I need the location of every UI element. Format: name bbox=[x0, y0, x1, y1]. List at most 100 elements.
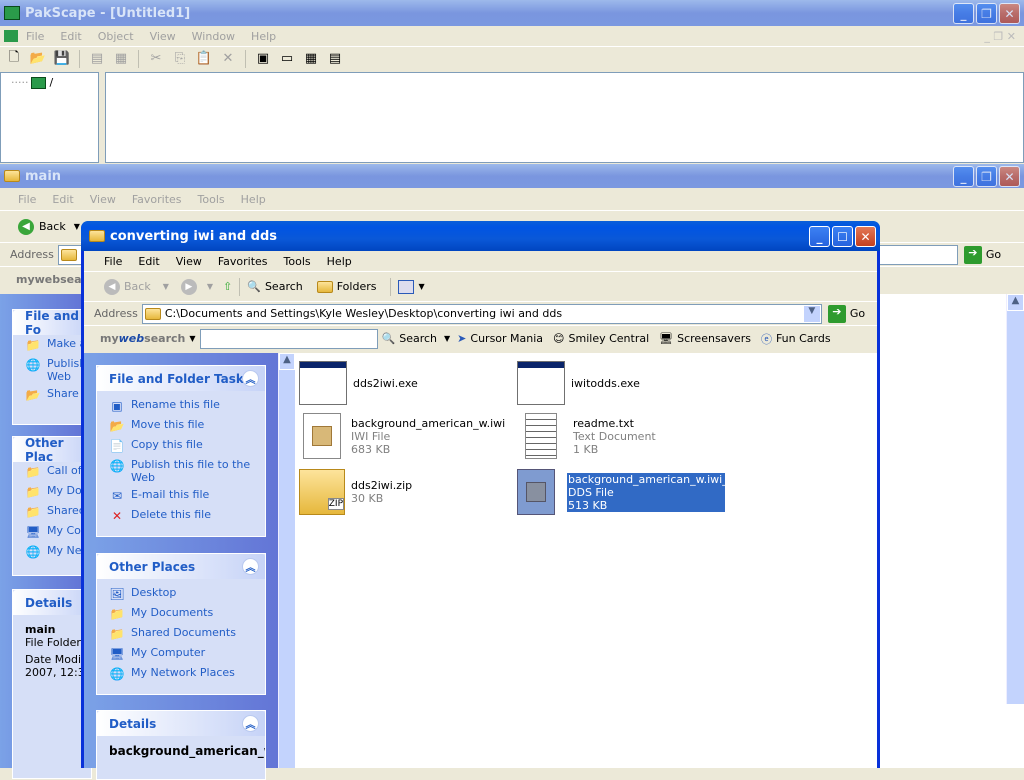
main-tasks-header[interactable]: File and Fo bbox=[13, 309, 91, 337]
large-icons-view-icon[interactable]: ▣ bbox=[253, 50, 273, 68]
go-button[interactable]: Go bbox=[986, 248, 1001, 261]
menu-view[interactable]: View bbox=[142, 30, 184, 43]
task-publish[interactable]: 🌐 Publish Web bbox=[13, 355, 91, 385]
go-icon[interactable]: ➔ bbox=[827, 304, 846, 323]
forward-icon[interactable]: ▶ bbox=[180, 278, 197, 295]
file-item[interactable]: readme.txt Text Document 1 KB bbox=[525, 413, 656, 459]
place-call-of[interactable]: 📁 Call of bbox=[13, 462, 91, 482]
paste-icon[interactable]: 📋 bbox=[194, 50, 214, 68]
close-button[interactable]: ✕ bbox=[999, 166, 1020, 187]
add-file-icon[interactable]: ▤ bbox=[87, 50, 107, 68]
up-folder-icon[interactable]: ⇧ bbox=[223, 280, 232, 293]
address-input[interactable]: C:\Documents and Settings\Kyle Wesley\De… bbox=[141, 303, 822, 324]
folders-button[interactable]: Folders bbox=[337, 280, 377, 293]
task-delete[interactable]: ✕ Delete this file bbox=[97, 506, 265, 526]
menu-view[interactable]: View bbox=[168, 255, 210, 268]
file-item[interactable]: ZIP dds2iwi.zip 30 KB bbox=[299, 469, 412, 515]
menu-help[interactable]: Help bbox=[319, 255, 360, 268]
close-button[interactable]: ✕ bbox=[855, 226, 876, 247]
menu-tools[interactable]: Tools bbox=[190, 193, 233, 206]
back-button[interactable]: Back bbox=[39, 220, 66, 233]
task-copy[interactable]: 📄 Copy this file bbox=[97, 436, 265, 456]
delete-icon[interactable]: ✕ bbox=[218, 50, 238, 68]
list-view-icon[interactable]: ▦ bbox=[301, 50, 321, 68]
other-places-header[interactable]: Other Places ︽ bbox=[97, 554, 265, 579]
menu-favorites[interactable]: Favorites bbox=[124, 193, 190, 206]
menu-file[interactable]: File bbox=[10, 193, 44, 206]
main-details-header[interactable]: Details bbox=[13, 590, 91, 615]
main-places-header[interactable]: Other Plac bbox=[13, 436, 91, 464]
details-header[interactable]: Details ︽ bbox=[97, 711, 265, 736]
place-shared[interactable]: 📁 Shared bbox=[13, 502, 91, 522]
menu-edit[interactable]: Edit bbox=[44, 193, 81, 206]
minimize-button[interactable]: _ bbox=[953, 3, 974, 24]
link-fun-cards[interactable]: Fun Cards bbox=[776, 332, 831, 345]
mws-search-button[interactable]: Search bbox=[399, 332, 437, 345]
new-icon[interactable]: 🗋 bbox=[4, 50, 24, 68]
place-my-documents[interactable]: 📁 My Do bbox=[13, 482, 91, 502]
task-rename[interactable]: ▣ Rename this file bbox=[97, 396, 265, 416]
small-icons-view-icon[interactable]: ▭ bbox=[277, 50, 297, 68]
tree-pane[interactable]: ····· / bbox=[0, 72, 99, 163]
place-my-documents[interactable]: 📁 My Documents bbox=[97, 604, 265, 624]
close-button[interactable]: ✕ bbox=[999, 3, 1020, 24]
task-make-folder[interactable]: 📁 Make a bbox=[13, 335, 91, 355]
restore-button[interactable]: ❐ bbox=[976, 3, 997, 24]
menu-tools[interactable]: Tools bbox=[276, 255, 319, 268]
link-smiley-central[interactable]: Smiley Central bbox=[569, 332, 650, 345]
menu-favorites[interactable]: Favorites bbox=[210, 255, 276, 268]
extract-icon[interactable]: ▦ bbox=[111, 50, 131, 68]
mdi-controls[interactable]: _ ❐ ✕ bbox=[976, 30, 1024, 43]
task-pane-scrollbar[interactable]: ▲ bbox=[278, 353, 295, 768]
go-button[interactable]: Go bbox=[850, 307, 865, 320]
copy-icon[interactable]: ⎘ bbox=[170, 50, 190, 68]
restore-button[interactable]: ❐ bbox=[976, 166, 997, 187]
details-view-icon[interactable]: ▤ bbox=[325, 50, 345, 68]
minimize-button[interactable]: _ bbox=[953, 166, 974, 187]
mywebsearch-logo[interactable]: mywebsearch bbox=[100, 332, 185, 345]
maximize-button[interactable]: ☐ bbox=[832, 226, 853, 247]
menu-file[interactable]: File bbox=[18, 30, 52, 43]
collapse-icon[interactable]: ︽ bbox=[242, 558, 259, 575]
task-share[interactable]: 📂 Share bbox=[13, 385, 91, 405]
place-network[interactable]: 🌐 My Ne bbox=[13, 542, 91, 562]
minimize-button[interactable]: _ bbox=[809, 226, 830, 247]
back-icon[interactable]: ◀ bbox=[104, 278, 120, 295]
cut-icon[interactable]: ✂ bbox=[146, 50, 166, 68]
file-item-selected[interactable]: background_american_w.iwi_... DDS File 513… bbox=[517, 469, 738, 515]
place-desktop[interactable]: 🖼 Desktop bbox=[97, 584, 265, 604]
link-screensavers[interactable]: Screensavers bbox=[677, 332, 751, 345]
place-my-computer[interactable]: 🖥 My Co bbox=[13, 522, 91, 542]
collapse-icon[interactable]: ︽ bbox=[242, 715, 259, 732]
file-view[interactable]: dds2iwi.exe iwitodds.exe background_amer… bbox=[295, 353, 877, 768]
menu-window[interactable]: Window bbox=[184, 30, 243, 43]
search-button[interactable]: Search bbox=[265, 280, 303, 293]
save-icon[interactable]: 💾 bbox=[52, 50, 72, 68]
place-shared-documents[interactable]: 📁 Shared Documents bbox=[97, 624, 265, 644]
task-move[interactable]: 📂 Move this file bbox=[97, 416, 265, 436]
file-tasks-header[interactable]: File and Folder Tasks ︽ bbox=[97, 366, 265, 391]
menu-edit[interactable]: Edit bbox=[130, 255, 167, 268]
tree-root[interactable]: / bbox=[49, 76, 53, 89]
menu-edit[interactable]: Edit bbox=[52, 30, 89, 43]
file-list-pane[interactable] bbox=[105, 72, 1024, 163]
menu-help[interactable]: Help bbox=[243, 30, 284, 43]
open-icon[interactable]: 📂 bbox=[28, 50, 48, 68]
folders-icon[interactable] bbox=[316, 280, 333, 293]
go-icon[interactable]: ➔ bbox=[963, 245, 982, 264]
views-icon[interactable] bbox=[398, 279, 415, 294]
file-item[interactable]: background_american_w.iwi IWI File 683 KB bbox=[303, 413, 505, 459]
file-item[interactable]: iwitodds.exe bbox=[517, 361, 640, 405]
menu-file[interactable]: File bbox=[96, 255, 130, 268]
mywebsearch-input[interactable] bbox=[199, 328, 378, 349]
task-publish[interactable]: 🌐 Publish this file to the Web bbox=[97, 456, 265, 486]
file-item[interactable]: dds2iwi.exe bbox=[299, 361, 418, 405]
place-network[interactable]: 🌐 My Network Places bbox=[97, 664, 265, 684]
menu-help[interactable]: Help bbox=[233, 193, 274, 206]
back-icon[interactable]: ◀ bbox=[18, 218, 34, 235]
menu-view[interactable]: View bbox=[82, 193, 124, 206]
back-button[interactable]: Back bbox=[124, 280, 151, 293]
search-icon[interactable]: 🔍 bbox=[247, 280, 261, 293]
address-dropdown-icon[interactable]: ▼ bbox=[803, 305, 820, 322]
task-email[interactable]: ✉ E-mail this file bbox=[97, 486, 265, 506]
